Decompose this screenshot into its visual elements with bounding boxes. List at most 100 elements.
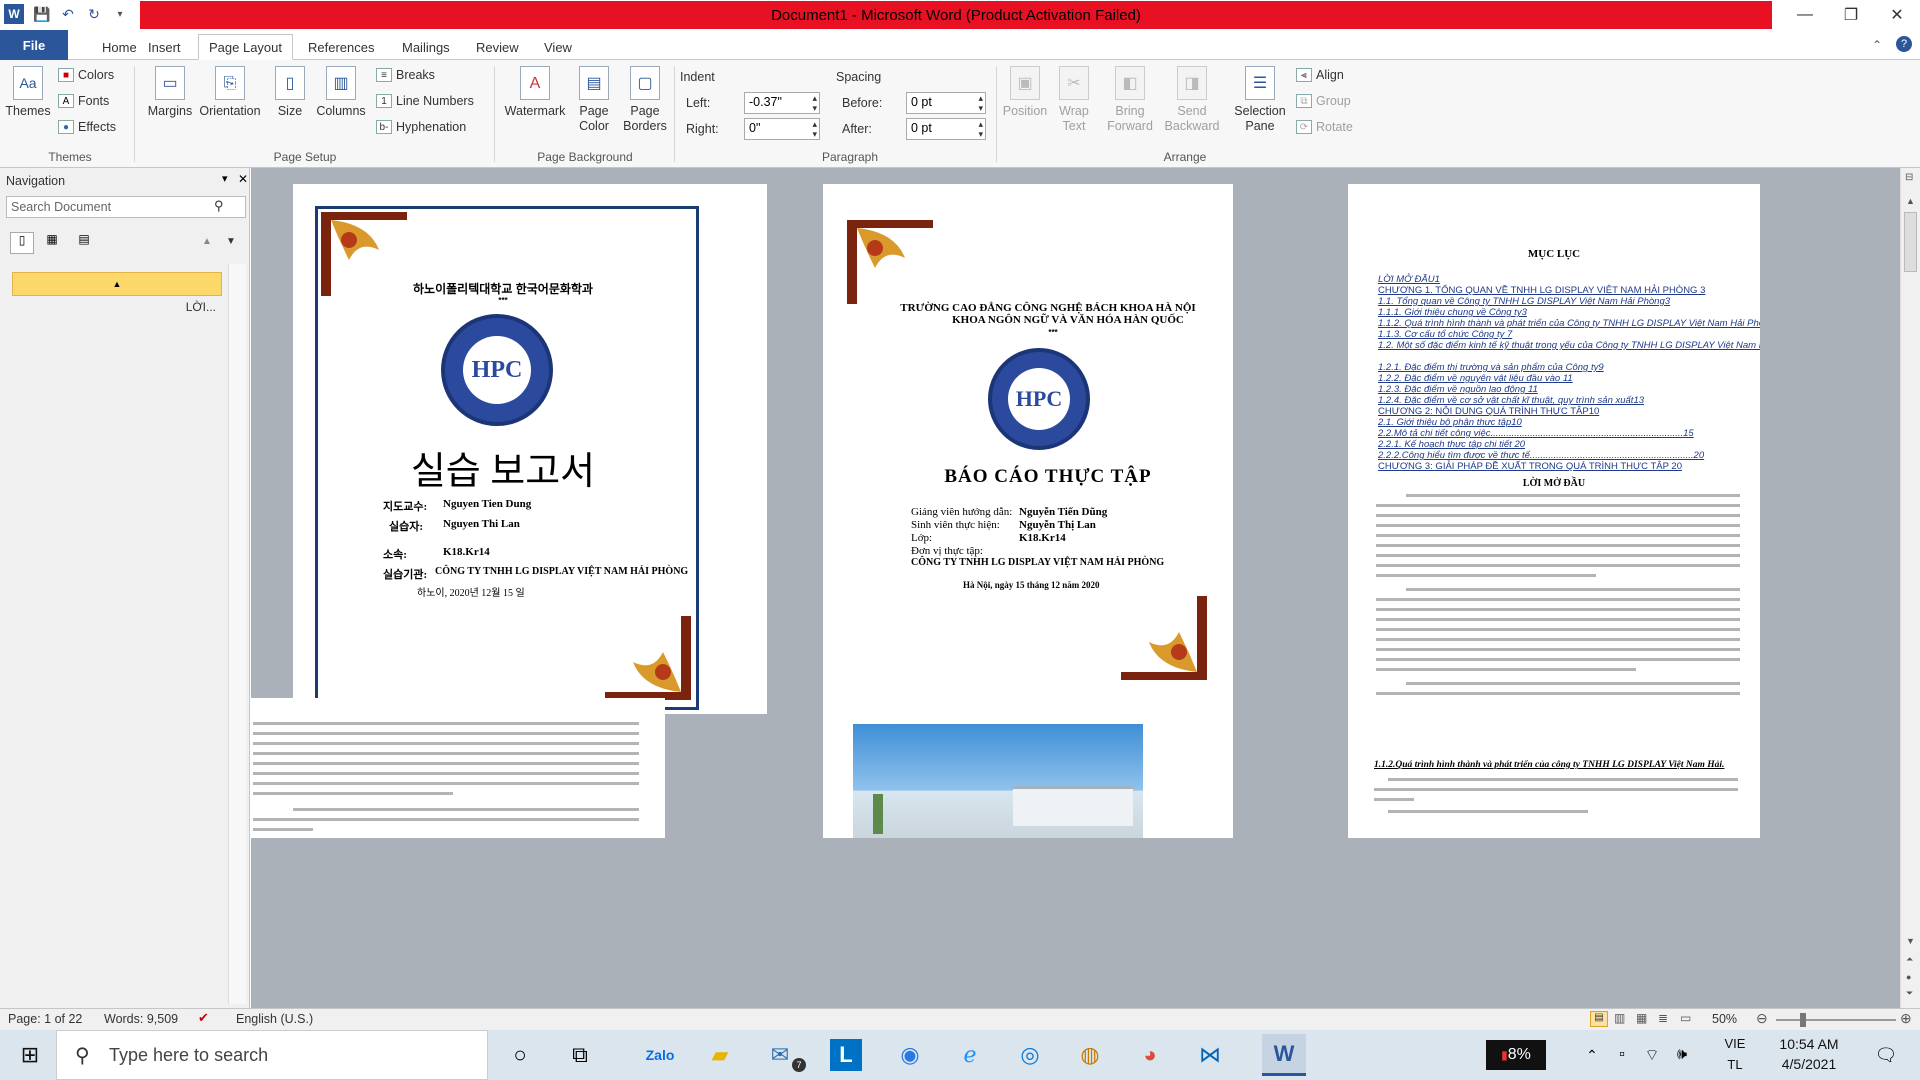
nav-close-icon[interactable]: ✕ (238, 172, 248, 186)
task-view-icon[interactable]: ⧉ (560, 1035, 600, 1075)
align-button[interactable]: ⫷ Align (1296, 68, 1344, 82)
scroll-down-icon[interactable]: ▼ (1906, 936, 1915, 946)
next-page-icon[interactable]: ⏷ (1906, 988, 1913, 999)
previous-icon[interactable]: ▲ (202, 236, 212, 247)
previous-page-icon[interactable]: ⏶ (1906, 954, 1913, 965)
windows-start-icon[interactable]: ⊞ (10, 1035, 50, 1075)
orientation-button[interactable]: ⎘ Orientation (196, 66, 264, 119)
toc-entry[interactable]: 1.1. Tổng quan về Công ty TNHH LG DISPLA… (1378, 296, 1670, 307)
browse-object-icon[interactable]: ● (1906, 972, 1911, 982)
results-view-icon[interactable]: ▤ (72, 232, 96, 254)
lingoes-icon[interactable]: L (830, 1039, 862, 1071)
minimize-button[interactable]: — (1782, 0, 1828, 30)
full-screen-reading-icon[interactable]: ▥ (1614, 1011, 1625, 1025)
toc-entry[interactable]: CHƯƠNG 2: NỘI DUNG QUÁ TRÌNH THỰC TẬP10 (1378, 406, 1599, 417)
volume-icon[interactable]: 🕪 (1662, 1035, 1702, 1075)
spacing-before-input[interactable]: 0 pt (906, 92, 986, 114)
fonts-button[interactable]: A Fonts (58, 94, 109, 108)
language-indicator[interactable]: VIE TL (1720, 1036, 1750, 1072)
search-document-input[interactable]: Search Document (6, 196, 246, 218)
margins-button[interactable]: ▭ Margins (144, 66, 196, 119)
toc-entry[interactable]: CHƯƠNG 1. TỔNG QUAN VỀ TNHH LG DISPLAY V… (1378, 285, 1705, 296)
vscode-icon[interactable]: ⋈ (1190, 1035, 1230, 1075)
tab-insert[interactable]: Insert (138, 34, 191, 60)
edge-icon[interactable]: ◎ (1010, 1035, 1050, 1075)
ruler-toggle-icon[interactable]: ⊟ (1905, 172, 1913, 183)
notifications-icon[interactable]: 🗨 (1866, 1035, 1906, 1075)
tab-view[interactable]: View (534, 34, 582, 60)
toc-entry[interactable]: 2.2.1. Kế hoạch thực tập chi tiết 20 (1378, 439, 1525, 450)
customize-qat-icon[interactable]: ▾ (110, 4, 130, 24)
web-layout-icon[interactable]: ▦ (1636, 1011, 1647, 1025)
coccoc-icon[interactable]: ◍ (1070, 1035, 1110, 1075)
undo-icon[interactable]: ↶ (58, 4, 78, 24)
page-borders-button[interactable]: ▢ Page Borders (620, 66, 670, 134)
restore-button[interactable]: ❐ (1828, 0, 1874, 30)
search-icon[interactable]: ⚲ (214, 198, 224, 214)
tab-page-layout[interactable]: Page Layout (198, 34, 294, 60)
tab-mailings[interactable]: Mailings (392, 34, 460, 60)
outline-icon[interactable]: ≣ (1658, 1011, 1668, 1025)
toc-entry[interactable]: 2.1. Giới thiệu bộ phận thực tập10 (1378, 417, 1522, 428)
hyphenation-button[interactable]: b- Hyphenation (376, 120, 466, 134)
toc-entry[interactable]: 2.2.Mô tả chi tiết công việc............… (1378, 428, 1694, 439)
taskbar-search-box[interactable]: ⚲ Type here to search (56, 1030, 488, 1080)
scroll-up-icon[interactable]: ▲ (1906, 196, 1915, 206)
cortana-icon[interactable]: ○ (500, 1035, 540, 1075)
nav-heading-selected[interactable]: ▲ (12, 272, 222, 296)
toc-entry[interactable]: 1.1.1. Giới thiệu chung về Công ty3 (1378, 307, 1527, 318)
effects-button[interactable]: ● Effects (58, 120, 116, 134)
zoom-in-icon[interactable]: ⊕ (1900, 1010, 1912, 1027)
toc-entry[interactable]: 1.2.4. Đặc điểm về cơ sở vật chất kĩ thu… (1378, 395, 1644, 406)
group-button[interactable]: ⧉ Group (1296, 94, 1351, 108)
toc-entry[interactable]: 1.2.2. Đặc điểm về nguyên vật liệu đầu v… (1378, 373, 1573, 384)
nav-heading-item[interactable]: LỜI... (12, 300, 222, 320)
nav-dropdown-icon[interactable]: ▾ (222, 172, 228, 185)
selection-pane-button[interactable]: ☰ Selection Pane (1228, 66, 1292, 134)
next-icon[interactable]: ▼ (226, 236, 236, 247)
zoom-slider-thumb[interactable] (1799, 1013, 1806, 1027)
toc-entry[interactable]: 1.1.2. Quá trình hình thành và phát triể… (1378, 318, 1760, 329)
file-explorer-icon[interactable]: ▰ (700, 1035, 740, 1075)
columns-button[interactable]: ▥ Columns (314, 66, 368, 119)
clock[interactable]: 10:54 AM 4/5/2021 (1764, 1036, 1854, 1072)
save-icon[interactable]: 💾 (32, 4, 52, 24)
watermark-button[interactable]: A Watermark (500, 66, 570, 119)
pages-view-icon[interactable]: ▦ (40, 232, 64, 254)
minimize-ribbon-icon[interactable]: ⌃ (1872, 38, 1882, 52)
toc-entry[interactable]: LỜI MỞ ĐẦU1 (1378, 274, 1440, 285)
toc-entry[interactable]: 1.2. Một số đặc điểm kinh tế kỹ thuật tr… (1378, 340, 1760, 351)
themes-button[interactable]: Aa Themes (5, 66, 51, 119)
bring-forward-button[interactable]: ◧ Bring Forward (1102, 66, 1158, 134)
line-numbers-button[interactable]: 1 Line Numbers (376, 94, 474, 108)
help-icon[interactable]: ? (1896, 36, 1912, 52)
zoom-slider[interactable] (1776, 1019, 1896, 1021)
page-count[interactable]: Page: 1 of 22 (8, 1012, 82, 1026)
scroll-thumb[interactable] (1904, 212, 1917, 272)
toc-entry[interactable]: 2.2.2.Công hiểu tìm được về thực tế.....… (1378, 450, 1704, 461)
word-count[interactable]: Words: 9,509 (104, 1012, 178, 1026)
browser-icon[interactable]: ◉ (890, 1035, 930, 1075)
word-app-icon[interactable]: W (4, 4, 24, 24)
breaks-button[interactable]: ≡ Breaks (376, 68, 435, 82)
nav-scrollbar[interactable] (228, 264, 246, 1004)
document-vertical-scrollbar[interactable]: ⊟ ▲ ▼ ⏶ ● ⏷ (1900, 168, 1920, 1008)
chrome-icon[interactable]: ◕ (1130, 1035, 1170, 1075)
colors-button[interactable]: ■ Colors (58, 68, 114, 82)
tab-file[interactable]: File (0, 30, 68, 60)
word-taskbar-icon[interactable]: W (1262, 1034, 1306, 1076)
proofing-icon[interactable]: ✔ (198, 1010, 209, 1026)
zalo-icon[interactable]: Zalo (640, 1035, 680, 1075)
print-layout-icon[interactable]: ▤ (1590, 1011, 1608, 1027)
zoom-out-icon[interactable]: ⊖ (1756, 1010, 1768, 1027)
page-color-button[interactable]: ▤ Page Color (570, 66, 618, 134)
indent-left-input[interactable]: -0.37" (744, 92, 820, 114)
toc-entry[interactable]: CHƯƠNG 3: GIẢI PHÁP ĐỀ XUẤT TRONG QUÁ TR… (1378, 461, 1682, 472)
language[interactable]: English (U.S.) (236, 1012, 313, 1026)
rotate-button[interactable]: ⟳ Rotate (1296, 120, 1353, 134)
indent-right-input[interactable]: 0" (744, 118, 820, 140)
toc-entry[interactable]: 1.2.3. Đặc điểm về nguồn lao động 11 (1378, 384, 1538, 395)
send-backward-button[interactable]: ◨ Send Backward (1160, 66, 1224, 134)
size-button[interactable]: ▯ Size (272, 66, 308, 119)
internet-explorer-icon[interactable]: ℯ (950, 1035, 990, 1075)
